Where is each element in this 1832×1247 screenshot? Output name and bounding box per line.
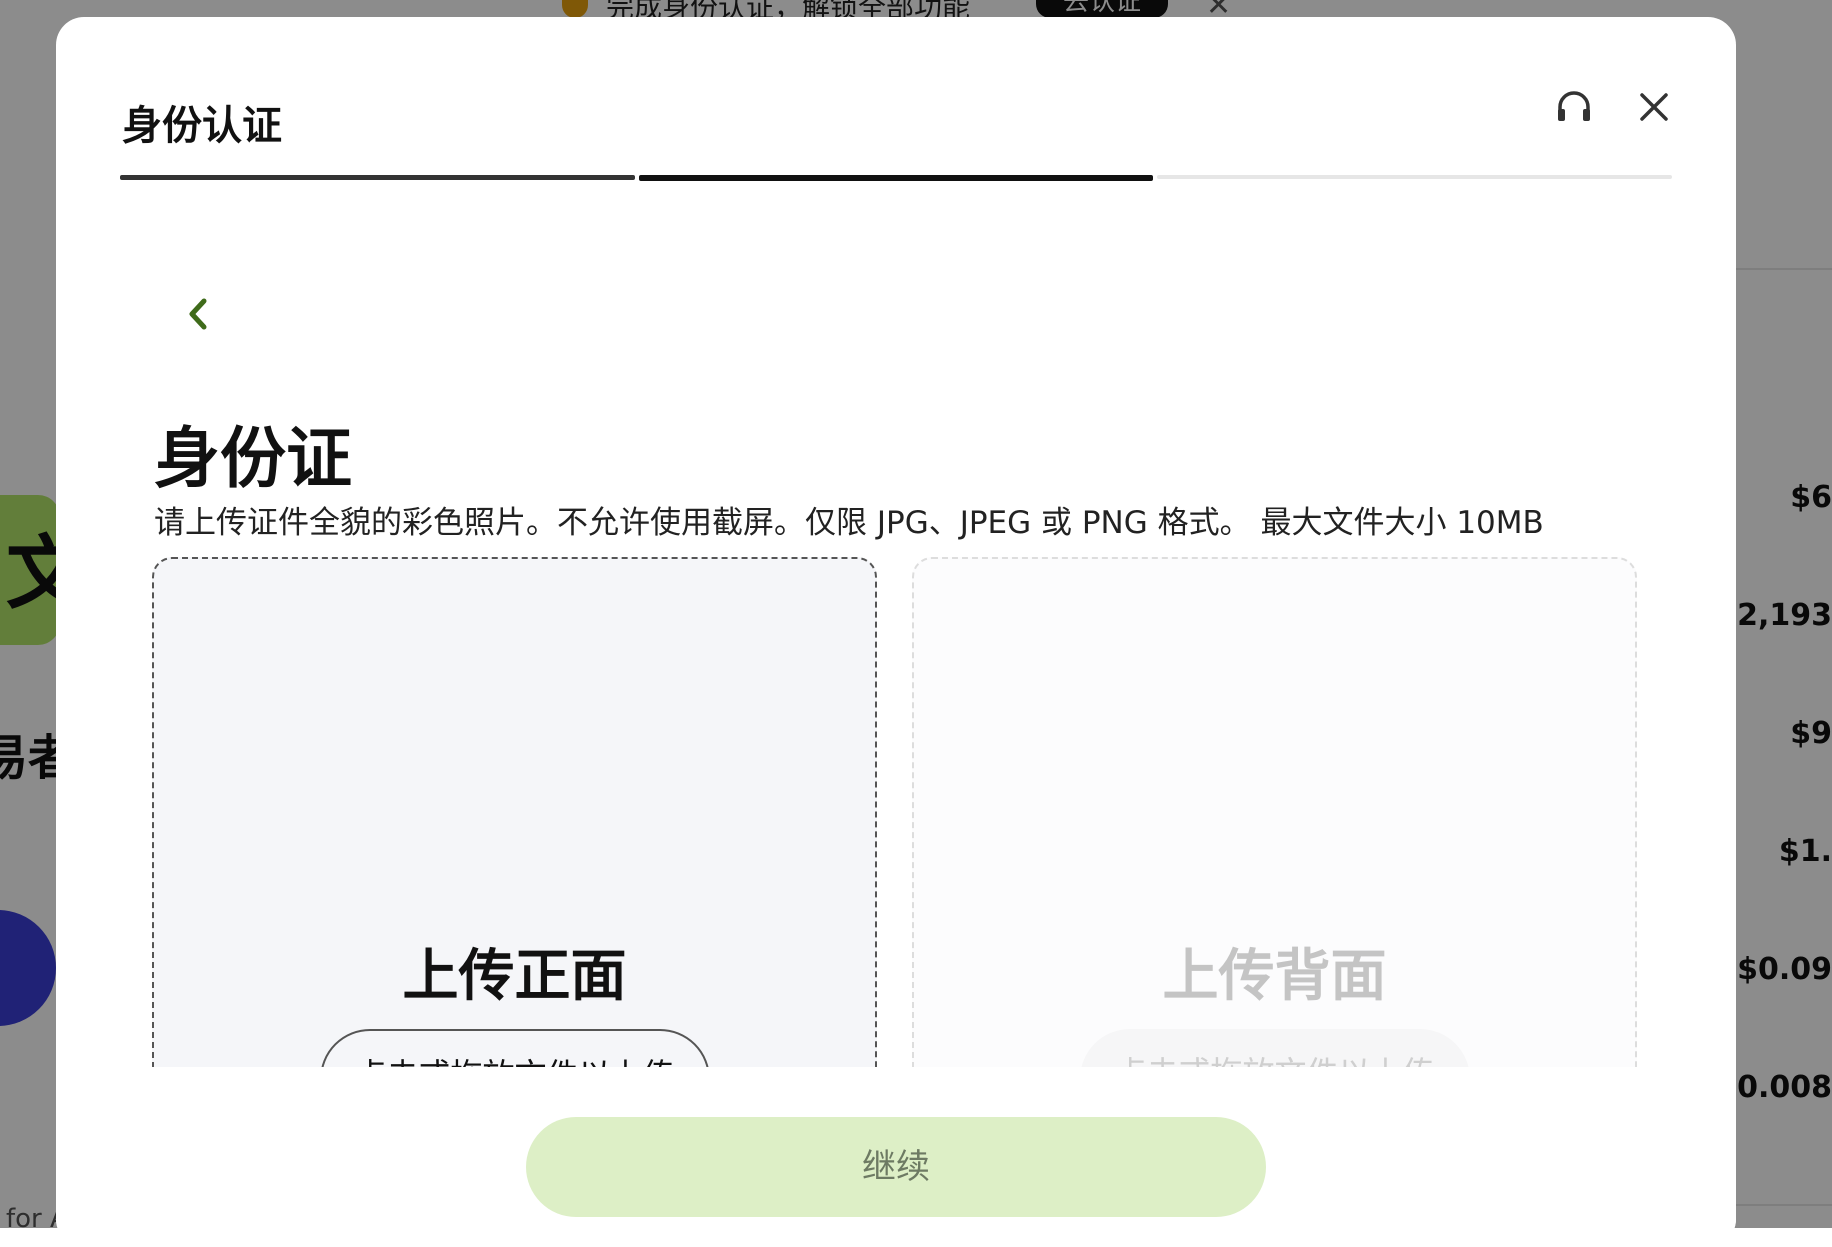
modal-footer: 继续 — [56, 1067, 1736, 1247]
progress-step — [120, 175, 635, 180]
close-icon[interactable] — [1634, 87, 1674, 127]
upload-back-label: 上传背面 — [1162, 944, 1387, 1009]
upload-front-dropzone[interactable]: 上传正面 点击或拖放文件以上传 — [152, 557, 877, 1129]
continue-button[interactable]: 继续 — [526, 1117, 1266, 1217]
support-icon[interactable] — [1554, 87, 1594, 127]
upload-instructions: 请上传证件全貌的彩色照片。不允许使用截屏。仅限 JPG、JPEG 或 PNG 格… — [154, 505, 1544, 541]
upload-back-dropzone[interactable]: 上传背面 点击或拖放文件以上传 — [912, 557, 1637, 1129]
progress-step — [638, 175, 1154, 181]
upload-front-label: 上传正面 — [402, 944, 627, 1009]
document-title: 身份证 — [154, 420, 352, 497]
identity-verification-modal: 身份认证 身份证 请上传证件全貌的彩色照片。不允许使用截屏。仅限 JPG、JPE… — [56, 17, 1736, 1247]
progress-step — [1157, 175, 1673, 179]
progress-bar — [120, 175, 1673, 183]
modal-title: 身份认证 — [122, 103, 282, 149]
back-chevron-icon[interactable] — [178, 289, 218, 339]
